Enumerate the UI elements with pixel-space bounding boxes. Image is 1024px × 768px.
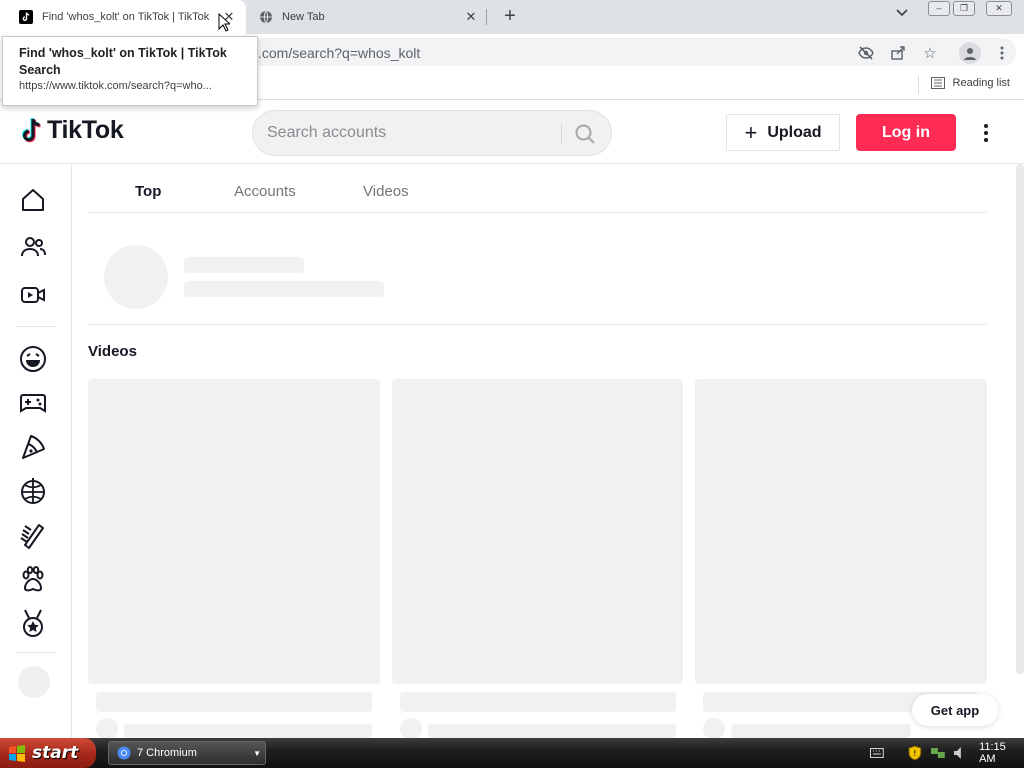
tiktok-header: TikTok + Upload Log in: [0, 102, 1024, 164]
tab-new-tab[interactable]: New Tab ✕: [248, 0, 488, 34]
video-author-avatar-skeleton: [96, 718, 118, 740]
video-author-skeleton: [731, 724, 911, 738]
network-icon[interactable]: [930, 746, 946, 760]
upload-label: Upload: [767, 123, 822, 141]
tab-hover-tooltip: Find 'whos_kolt' on TikTok | TikTok Sear…: [2, 36, 258, 106]
svg-text:!: !: [913, 749, 916, 758]
chromium-icon: [117, 746, 131, 760]
sidebar-separator: [16, 652, 56, 653]
reading-list-button[interactable]: Reading list: [930, 77, 1010, 89]
tooltip-url: https://www.tiktok.com/search?q=who...: [19, 80, 212, 92]
reading-list-icon: [930, 77, 945, 89]
tab-videos[interactable]: Videos: [363, 183, 409, 200]
video-title-skeleton: [96, 692, 372, 712]
dance-icon[interactable]: [18, 476, 48, 506]
sidebar-avatar-placeholder: [18, 666, 50, 698]
tiktok-sidebar: [0, 164, 72, 738]
new-tab-plus-icon[interactable]: +: [500, 5, 520, 27]
tab-title: New Tab: [282, 11, 325, 23]
start-label: start: [32, 743, 79, 763]
tab-top[interactable]: Top: [135, 183, 161, 200]
beauty-icon[interactable]: [18, 520, 48, 550]
gaming-icon[interactable]: [18, 388, 48, 418]
tab-title: Find 'whos_kolt' on TikTok | TikTok: [42, 11, 210, 23]
animals-icon[interactable]: [18, 564, 48, 594]
system-tray: ! 11:15 AM: [862, 738, 1024, 768]
comedy-icon[interactable]: [18, 344, 48, 374]
plus-icon: +: [744, 119, 758, 145]
taskbar-chromium-group[interactable]: 7 Chromium ▼: [108, 741, 266, 765]
video-author-avatar-skeleton: [400, 718, 422, 740]
keyboard-icon[interactable]: [870, 748, 884, 758]
brand-name: TikTok: [47, 116, 124, 144]
video-card-skeleton: [88, 379, 380, 684]
section-divider: [88, 324, 986, 325]
eye-slash-icon[interactable]: [857, 44, 875, 62]
video-card-skeleton: [695, 379, 987, 684]
account-avatar-skeleton: [104, 245, 168, 309]
video-author-skeleton: [124, 724, 372, 738]
bookmarks-separator: [918, 76, 919, 94]
globe-icon: [258, 9, 274, 25]
share-icon[interactable]: [889, 44, 907, 62]
tab-search-chevron-icon[interactable]: [896, 8, 908, 20]
food-icon[interactable]: [18, 432, 48, 462]
url-text: .com/search?q=whos_kolt: [258, 45, 421, 61]
volume-icon[interactable]: [953, 746, 965, 760]
task-label: 7 Chromium: [137, 747, 197, 759]
live-icon[interactable]: [18, 280, 48, 310]
video-title-skeleton: [400, 692, 676, 712]
start-button[interactable]: start: [0, 738, 96, 768]
search-button[interactable]: [571, 121, 599, 147]
search-input[interactable]: [267, 121, 547, 145]
browser-tabstrip: Find 'whos_kolt' on TikTok | TikTok ✕ Ne…: [0, 0, 1024, 34]
tooltip-title: Find 'whos_kolt' on TikTok | TikTok Sear…: [19, 46, 227, 77]
security-shield-icon[interactable]: !: [908, 745, 922, 761]
tiktok-note-icon: [22, 117, 41, 142]
following-icon[interactable]: [18, 232, 48, 262]
sports-icon[interactable]: [18, 608, 48, 638]
os-taskbar: start 7 Chromium ▼ ! 11:15 AM: [0, 738, 1024, 768]
search-tabs: Top Accounts Videos: [88, 164, 986, 213]
videos-heading: Videos: [88, 343, 137, 360]
tab-close-icon[interactable]: ✕: [462, 9, 480, 25]
windows-logo-icon: [9, 745, 25, 762]
minimize-icon[interactable]: –: [928, 1, 950, 16]
search-box: [252, 110, 612, 156]
search-divider: [561, 123, 562, 145]
account-desc-skeleton: [184, 281, 384, 297]
bookmark-star-icon[interactable]: ☆: [921, 44, 939, 62]
tab-accounts[interactable]: Accounts: [234, 183, 296, 200]
profile-avatar-icon[interactable]: [959, 42, 981, 64]
home-icon[interactable]: [18, 185, 48, 215]
get-app-button[interactable]: Get app: [912, 694, 998, 726]
login-button[interactable]: Log in: [856, 114, 956, 151]
video-author-skeleton: [428, 724, 676, 738]
page-scrollbar[interactable]: [1016, 164, 1024, 674]
video-card-skeleton: [392, 379, 683, 684]
restore-icon[interactable]: ❐: [953, 1, 975, 16]
account-name-skeleton: [184, 257, 304, 273]
window-close-icon[interactable]: ✕: [986, 1, 1012, 16]
search-icon: [575, 124, 595, 144]
reading-list-label: Reading list: [952, 77, 1010, 89]
browser-menu-icon[interactable]: [993, 44, 1011, 62]
upload-button[interactable]: + Upload: [726, 114, 840, 151]
sidebar-separator: [16, 326, 56, 327]
tiktok-favicon-icon: [18, 9, 34, 25]
tab-tiktok[interactable]: Find 'whos_kolt' on TikTok | TikTok ✕: [0, 0, 246, 34]
video-author-avatar-skeleton: [703, 718, 725, 740]
group-dropdown-icon: ▼: [253, 749, 261, 758]
more-menu-icon[interactable]: [976, 120, 996, 146]
tiktok-logo[interactable]: TikTok: [20, 116, 124, 145]
clock: 11:15 AM: [979, 741, 1006, 765]
mouse-cursor-icon: [218, 13, 230, 32]
